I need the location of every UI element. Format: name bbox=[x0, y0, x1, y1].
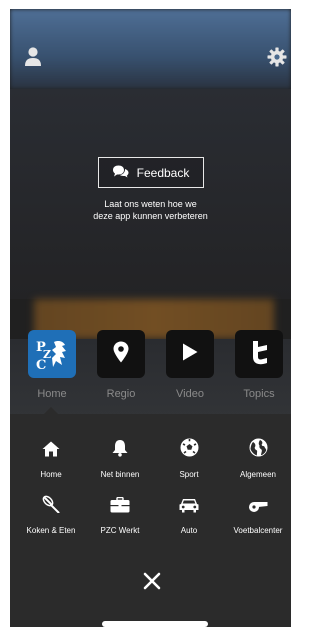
menu-item-label: Auto bbox=[180, 526, 198, 535]
soccer-ball-icon bbox=[180, 438, 199, 462]
menu-item-label: Net binnen bbox=[100, 470, 140, 479]
menu-item-label: Algemeen bbox=[239, 470, 277, 479]
menu-item-label: Sport bbox=[179, 470, 199, 479]
user-icon[interactable] bbox=[22, 46, 44, 68]
chat-bubbles-icon bbox=[112, 165, 129, 181]
home-menu-panel: Home Net binnen Sport Algemeen Koken & E… bbox=[10, 414, 291, 627]
tab-regio[interactable]: Regio bbox=[96, 330, 146, 400]
feedback-message: Laat ons weten hoe we deze app kunnen ve… bbox=[93, 199, 208, 221]
menu-item-label: Home bbox=[40, 470, 62, 479]
globe-icon bbox=[249, 438, 268, 462]
tab-label-topics: Topics bbox=[243, 388, 275, 400]
menu-item-auto[interactable]: Auto bbox=[156, 494, 222, 535]
menu-item-net-binnen[interactable]: Net binnen bbox=[87, 438, 153, 479]
car-icon bbox=[179, 497, 199, 518]
active-tab-pointer bbox=[44, 407, 58, 414]
menu-item-label: PZC Werkt bbox=[100, 526, 140, 535]
whistle-icon bbox=[248, 499, 268, 518]
svg-text:C: C bbox=[36, 358, 46, 373]
tab-label-video: Video bbox=[176, 388, 204, 400]
menu-item-label: Koken & Eten bbox=[26, 526, 76, 535]
gear-icon[interactable] bbox=[266, 46, 288, 68]
tab-label-regio: Regio bbox=[106, 388, 136, 400]
location-pin-icon bbox=[113, 341, 129, 368]
home-indicator bbox=[102, 621, 208, 627]
pzc-logo: P Z C bbox=[28, 330, 76, 378]
menu-item-sport[interactable]: Sport bbox=[156, 438, 222, 479]
tab-video[interactable]: Video bbox=[165, 330, 215, 400]
menu-item-algemeen[interactable]: Algemeen bbox=[225, 438, 291, 479]
menu-item-voetbalcenter[interactable]: Voetbalcenter bbox=[225, 494, 291, 535]
whisk-icon bbox=[42, 495, 60, 518]
menu-item-label: Voetbalcenter bbox=[233, 526, 283, 535]
tab-home[interactable]: P Z C Home bbox=[27, 330, 77, 400]
close-icon[interactable] bbox=[141, 570, 163, 592]
section-tabs: P Z C Home Regio Video Topics bbox=[10, 330, 291, 400]
tab-topics[interactable]: Topics bbox=[234, 330, 284, 400]
feedback-button[interactable]: Feedback bbox=[97, 157, 204, 188]
menu-item-home[interactable]: Home bbox=[18, 438, 84, 479]
feedback-label: Feedback bbox=[136, 165, 190, 180]
menu-item-pzc-werkt[interactable]: PZC Werkt bbox=[87, 494, 153, 535]
app-screen: Feedback Laat ons weten hoe we deze app … bbox=[10, 9, 291, 627]
briefcase-icon bbox=[110, 496, 130, 518]
feedback-section: Feedback Laat ons weten hoe we deze app … bbox=[10, 157, 291, 222]
play-icon bbox=[182, 343, 198, 366]
topics-t-icon bbox=[248, 339, 270, 370]
menu-item-koken-eten[interactable]: Koken & Eten bbox=[18, 494, 84, 535]
bell-icon bbox=[112, 439, 128, 462]
house-icon bbox=[42, 441, 60, 462]
tab-label-home: Home bbox=[37, 388, 67, 400]
